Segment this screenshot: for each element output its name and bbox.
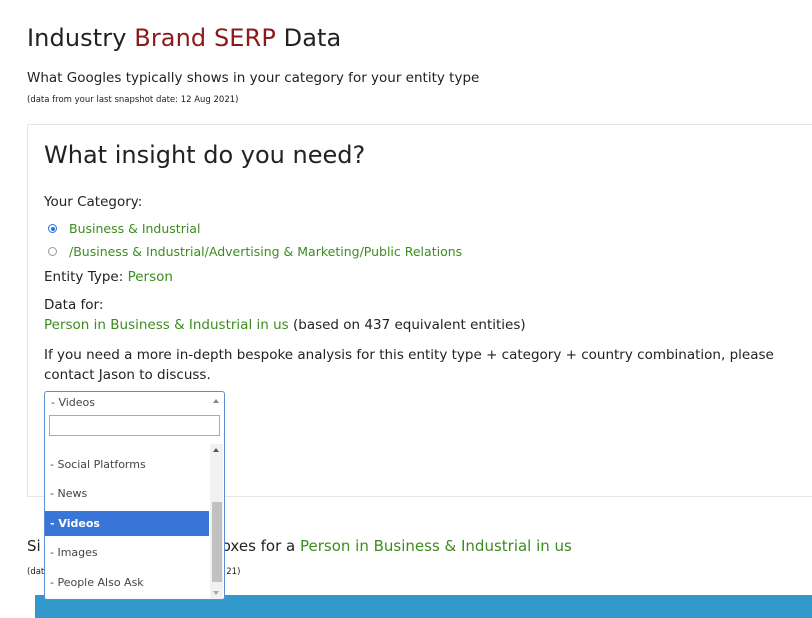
panel-heading: What insight do you need? bbox=[44, 141, 366, 169]
section-note-start: (dat bbox=[27, 567, 45, 577]
contact-text: If you need a more in-depth bespoke anal… bbox=[44, 347, 774, 383]
dropdown-scrollbar[interactable] bbox=[210, 444, 223, 599]
data-for-value[interactable]: Person in Business & Industrial in us bbox=[44, 317, 289, 333]
title-prefix: Industry bbox=[27, 24, 135, 52]
section-title-entity[interactable]: Person in Business & Industrial in us bbox=[300, 537, 572, 555]
option-social-platforms[interactable]: - Social Platforms bbox=[45, 452, 209, 477]
category-label: Your Category: bbox=[44, 194, 143, 210]
scroll-up-icon[interactable] bbox=[213, 448, 219, 452]
scroll-down-icon[interactable] bbox=[213, 591, 219, 595]
data-for: Person in Business & Industrial in us (b… bbox=[44, 317, 526, 333]
category-option-2[interactable]: /Business & Industrial/Advertising & Mar… bbox=[48, 244, 462, 259]
page-title: Industry Brand SERP Data bbox=[27, 24, 341, 52]
data-for-suffix: (based on 437 equivalent entities) bbox=[288, 317, 526, 333]
option-news[interactable]: - News bbox=[45, 481, 209, 506]
data-for-label: Data for: bbox=[44, 297, 104, 313]
radio-button-checked[interactable] bbox=[48, 224, 57, 233]
dropdown-search-input[interactable] bbox=[49, 415, 220, 436]
section-note-end: 21) bbox=[226, 567, 241, 577]
option-list: - Social Platforms - News - Videos - Ima… bbox=[45, 444, 209, 599]
section-title-middle: oxes for a bbox=[221, 537, 300, 555]
scrollbar-thumb[interactable] bbox=[212, 502, 222, 582]
section-title-start: Si bbox=[27, 537, 41, 555]
page: Industry Brand SERP Data What Googles ty… bbox=[0, 0, 812, 618]
page-subtitle: What Googles typically shows in your cat… bbox=[27, 70, 480, 86]
category-option-1[interactable]: Business & Industrial bbox=[48, 221, 200, 236]
title-brand: Brand SERP bbox=[134, 24, 276, 52]
select-current-value: - Videos bbox=[51, 396, 96, 409]
chevron-up-icon[interactable] bbox=[213, 399, 219, 403]
entity-type: Entity Type: Person bbox=[44, 269, 173, 285]
category-option-label[interactable]: /Business & Industrial/Advertising & Mar… bbox=[69, 244, 462, 259]
entity-type-value[interactable]: Person bbox=[128, 269, 173, 285]
serp-feature-select[interactable]: - Videos bbox=[44, 391, 225, 412]
option-videos[interactable]: - Videos bbox=[45, 511, 209, 536]
snapshot-note: (data from your last snapshot date: 12 A… bbox=[27, 95, 239, 105]
category-option-label[interactable]: Business & Industrial bbox=[69, 221, 200, 236]
entity-type-label: Entity Type: bbox=[44, 269, 128, 285]
select-dropdown: - Social Platforms - News - Videos - Ima… bbox=[44, 412, 225, 600]
radio-button[interactable] bbox=[48, 247, 57, 256]
option-people-also-ask[interactable]: - People Also Ask bbox=[45, 570, 209, 595]
option-images[interactable]: - Images bbox=[45, 540, 209, 565]
title-suffix: Data bbox=[275, 24, 342, 52]
